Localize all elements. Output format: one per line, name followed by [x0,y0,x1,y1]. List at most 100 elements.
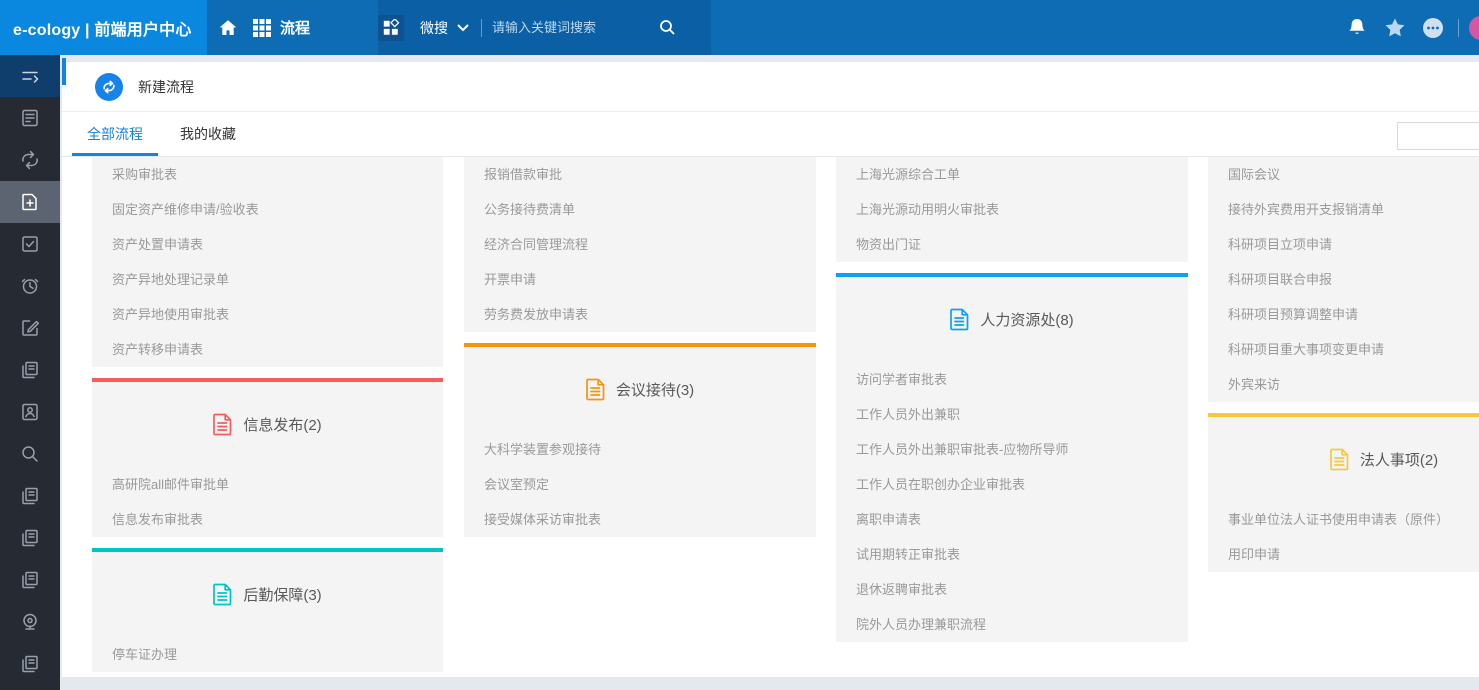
category-header[interactable]: 法人事项(2) [1208,417,1479,502]
category-card: 上海光源综合工单上海光源动用明火审批表物资出门证 [836,157,1188,262]
workflow-item[interactable]: 科研项目立项申请 [1208,227,1479,262]
workflow-item[interactable]: 资产处置申请表 [92,227,443,262]
workflow-item[interactable]: 退休返聘审批表 [836,572,1188,607]
workflow-item[interactable]: 资产异地使用审批表 [92,297,443,332]
menu-toggle-icon [20,66,40,86]
workflow-item[interactable]: 外宾来访 [1208,367,1479,402]
sidebar-item-todo-check[interactable] [0,223,60,265]
sidebar-item-monitor[interactable] [0,601,60,643]
sidebar-item-new-document[interactable] [0,181,60,223]
workflow-item[interactable]: 资产异地处理记录单 [92,262,443,297]
sidebar-item-copy-docs[interactable] [0,349,60,391]
avatar[interactable] [1469,16,1479,40]
bell-icon[interactable] [1338,17,1376,38]
workflow-item[interactable]: 离职申请表 [836,502,1188,537]
sidebar-item-copy-docs[interactable] [0,559,60,601]
active-section-indicator [62,58,66,85]
workflow-item[interactable]: 信息发布审批表 [92,502,443,537]
grid-icon [252,18,272,38]
workflow-item[interactable]: 科研项目预算调整申请 [1208,297,1479,332]
monitor-icon [20,612,40,632]
sidebar-items [0,55,60,685]
sidebar-item-search[interactable] [0,433,60,475]
workflow-item[interactable]: 科研项目重大事项变更申请 [1208,332,1479,367]
category-header[interactable]: 会议接待(3) [464,347,816,432]
topbar-search: 微搜 [378,0,711,55]
tab-my-favorites[interactable]: 我的收藏 [178,112,238,156]
search-icon[interactable] [659,19,676,36]
workflow-item[interactable]: 公务接待费清单 [464,192,816,227]
workflow-item[interactable]: 用印申请 [1208,537,1479,572]
workflow-item[interactable]: 报销借款审批 [464,157,816,192]
sidebar-item-copy-docs[interactable] [0,475,60,517]
workflow-item[interactable]: 科研项目联合申报 [1208,262,1479,297]
workflow-item[interactable]: 访问学者审批表 [836,362,1188,397]
workflow-item[interactable]: 工作人员在职创办企业审批表 [836,467,1188,502]
category-column: 报销借款审批公务接待费清单经济合同管理流程开票申请劳务费发放申请表会议接待(3)… [464,157,816,548]
category-header[interactable]: 信息发布(2) [92,382,443,467]
sidebar-item-copy-docs[interactable] [0,643,60,685]
workflow-item[interactable]: 会议室预定 [464,467,816,502]
nav-process[interactable]: 流程 [252,0,310,55]
process-filter-input[interactable] [1397,122,1479,150]
edit-icon [20,318,40,338]
app-logo[interactable]: e-cology | 前端用户中心 [0,0,207,55]
search-divider [481,19,482,37]
sidebar-item-copy-docs[interactable] [0,517,60,559]
workflow-item[interactable]: 上海光源动用明火审批表 [836,192,1188,227]
workflow-item[interactable]: 停车证办理 [92,637,443,672]
favorite-star-icon[interactable] [1376,17,1414,38]
search-icon [20,444,40,464]
workflow-item[interactable]: 劳务费发放申请表 [464,297,816,332]
workflow-item[interactable]: 院外人员办理兼职流程 [836,607,1188,642]
workflow-module-icon [95,73,123,101]
workflow-item[interactable]: 试用期转正审批表 [836,537,1188,572]
workflow-item[interactable]: 工作人员外出兼职 [836,397,1188,432]
home-icon[interactable] [214,0,242,55]
tabbar: 全部流程 我的收藏 [62,112,1479,157]
copy-docs-icon [20,570,40,590]
workflow-item[interactable]: 高研院all邮件审批单 [92,467,443,502]
tab-all-processes[interactable]: 全部流程 [72,112,158,156]
sidebar-item-edit[interactable] [0,307,60,349]
workflow-item[interactable]: 开票申请 [464,262,816,297]
workflow-item[interactable]: 接待外宾费用开支报销清单 [1208,192,1479,227]
category-card: 后勤保障(3) 停车证办理 [92,548,443,672]
sidebar-item-clock[interactable] [0,265,60,307]
apps-icon[interactable] [378,15,404,41]
workflow-sync-icon [19,150,41,170]
sidebar-item-menu-toggle[interactable] [0,55,60,97]
keyword-search-input[interactable] [492,20,657,35]
todo-check-icon [20,234,40,254]
page-title: 新建流程 [138,77,194,97]
category-card: 信息发布(2) 高研院all邮件审批单信息发布审批表 [92,378,443,537]
workflow-item[interactable]: 上海光源综合工单 [836,157,1188,192]
sidebar-item-contact-card[interactable] [0,391,60,433]
workflow-item[interactable]: 资产转移申请表 [92,332,443,367]
workflow-item[interactable]: 采购审批表 [92,157,443,192]
category-card: 国际会议接待外宾费用开支报销清单科研项目立项申请科研项目联合申报科研项目预算调整… [1208,157,1479,402]
category-title: 人力资源处(8) [980,309,1073,330]
workflow-item[interactable]: 经济合同管理流程 [464,227,816,262]
workflow-item[interactable]: 固定资产维修申请/验收表 [92,192,443,227]
workflow-item[interactable]: 物资出门证 [836,227,1188,262]
category-column: 上海光源综合工单上海光源动用明火审批表物资出门证人力资源处(8) 访问学者审批表工… [836,157,1188,653]
sidebar-item-workflow-sync[interactable] [0,139,60,181]
category-title: 后勤保障(3) [243,584,321,605]
category-header[interactable]: 人力资源处(8) [836,277,1188,362]
workflow-item[interactable]: 大科学装置参观接待 [464,432,816,467]
category-title: 信息发布(2) [243,414,321,435]
category-card: 人力资源处(8) 访问学者审批表工作人员外出兼职工作人员外出兼职审批表-应物所导师… [836,273,1188,642]
page-header: 新建流程 [62,62,1479,112]
more-options-icon[interactable] [1414,16,1452,40]
workflow-item[interactable]: 事业单位法人证书使用申请表（原件） [1208,502,1479,537]
new-document-icon [20,192,40,212]
workflow-item[interactable]: 国际会议 [1208,157,1479,192]
search-scope-label[interactable]: 微搜 [420,18,448,38]
workflow-item[interactable]: 接受媒体采访审批表 [464,502,816,537]
workflow-item[interactable]: 工作人员外出兼职审批表-应物所导师 [836,432,1188,467]
sidebar-item-doc-list[interactable] [0,97,60,139]
chevron-down-icon[interactable] [457,24,469,32]
doc-list-icon [20,108,40,128]
category-header[interactable]: 后勤保障(3) [92,552,443,637]
